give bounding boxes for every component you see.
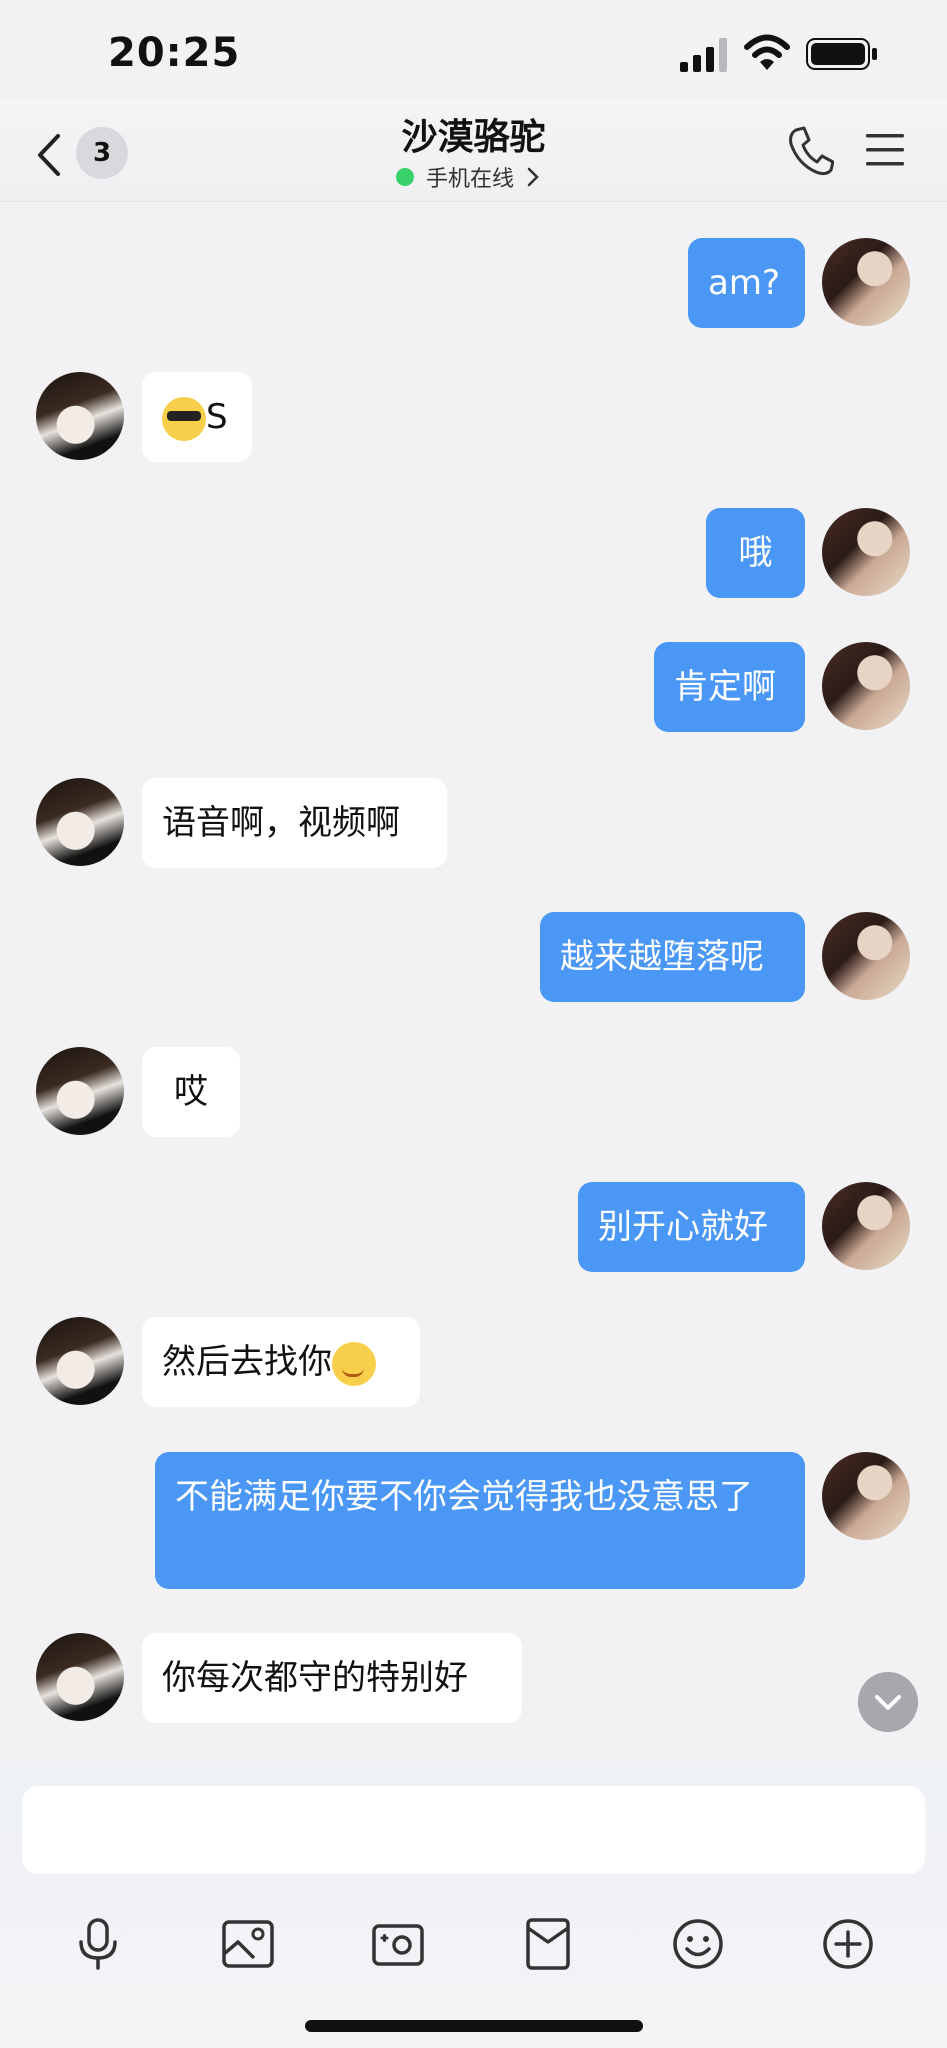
message-bubble[interactable]: am?: [688, 238, 805, 328]
contact-avatar[interactable]: [36, 1047, 124, 1135]
emoji-icon[interactable]: [670, 1916, 726, 1972]
input-area: [0, 1766, 947, 2048]
status-bar: 20:25: [0, 0, 947, 110]
home-indicator[interactable]: [305, 2020, 643, 2032]
my-avatar[interactable]: [822, 1182, 910, 1270]
red-packet-icon[interactable]: [520, 1916, 576, 1972]
phone-call-button[interactable]: [786, 124, 834, 178]
message-bubble[interactable]: 你每次都守的特别好: [142, 1633, 522, 1723]
online-dot-icon: [396, 168, 414, 186]
message-text: S: [206, 397, 228, 437]
image-icon[interactable]: [220, 1916, 276, 1972]
message-bubble[interactable]: 语音啊，视频啊: [142, 778, 447, 868]
my-avatar[interactable]: [822, 912, 910, 1000]
sunglasses-emoji-icon: [162, 396, 206, 441]
message-bubble[interactable]: 不能满足你要不你会觉得我也没意思了: [155, 1452, 805, 1589]
message-bubble[interactable]: 哦: [706, 508, 805, 598]
message-bubble[interactable]: 哎: [142, 1047, 240, 1137]
online-status-text: 手机在线: [426, 167, 515, 192]
chevron-right-icon: [527, 167, 539, 187]
online-status[interactable]: 手机在线: [396, 162, 540, 192]
contact-avatar[interactable]: [36, 1633, 124, 1721]
contact-avatar[interactable]: [36, 1317, 124, 1405]
wifi-icon: [744, 34, 790, 70]
my-avatar[interactable]: [822, 238, 910, 326]
microphone-icon[interactable]: [70, 1916, 126, 1972]
battery-icon: [806, 38, 877, 70]
message-bubble[interactable]: S: [142, 372, 252, 462]
sly-smile-emoji-icon: [332, 1341, 376, 1386]
contact-avatar[interactable]: [36, 372, 124, 460]
status-time: 20:25: [108, 30, 241, 76]
cellular-signal-icon: [680, 38, 727, 72]
my-avatar[interactable]: [822, 1452, 910, 1540]
chat-header: 3 沙漠骆驼 手机在线: [0, 100, 947, 202]
menu-button[interactable]: [864, 130, 906, 170]
my-avatar[interactable]: [822, 508, 910, 596]
contact-avatar[interactable]: [36, 778, 124, 866]
message-input[interactable]: [22, 1786, 925, 1874]
message-bubble[interactable]: 别开心就好: [578, 1182, 805, 1272]
input-toolbar: [0, 1916, 947, 1986]
camera-icon[interactable]: [370, 1916, 426, 1972]
message-bubble[interactable]: 越来越堕落呢: [540, 912, 805, 1002]
my-avatar[interactable]: [822, 642, 910, 730]
scroll-to-bottom-button[interactable]: [858, 1672, 918, 1732]
message-bubble[interactable]: 然后去找你: [142, 1317, 420, 1407]
message-bubble[interactable]: 肯定啊: [654, 642, 805, 732]
message-text: 然后去找你: [162, 1342, 332, 1382]
plus-icon[interactable]: [820, 1916, 876, 1972]
